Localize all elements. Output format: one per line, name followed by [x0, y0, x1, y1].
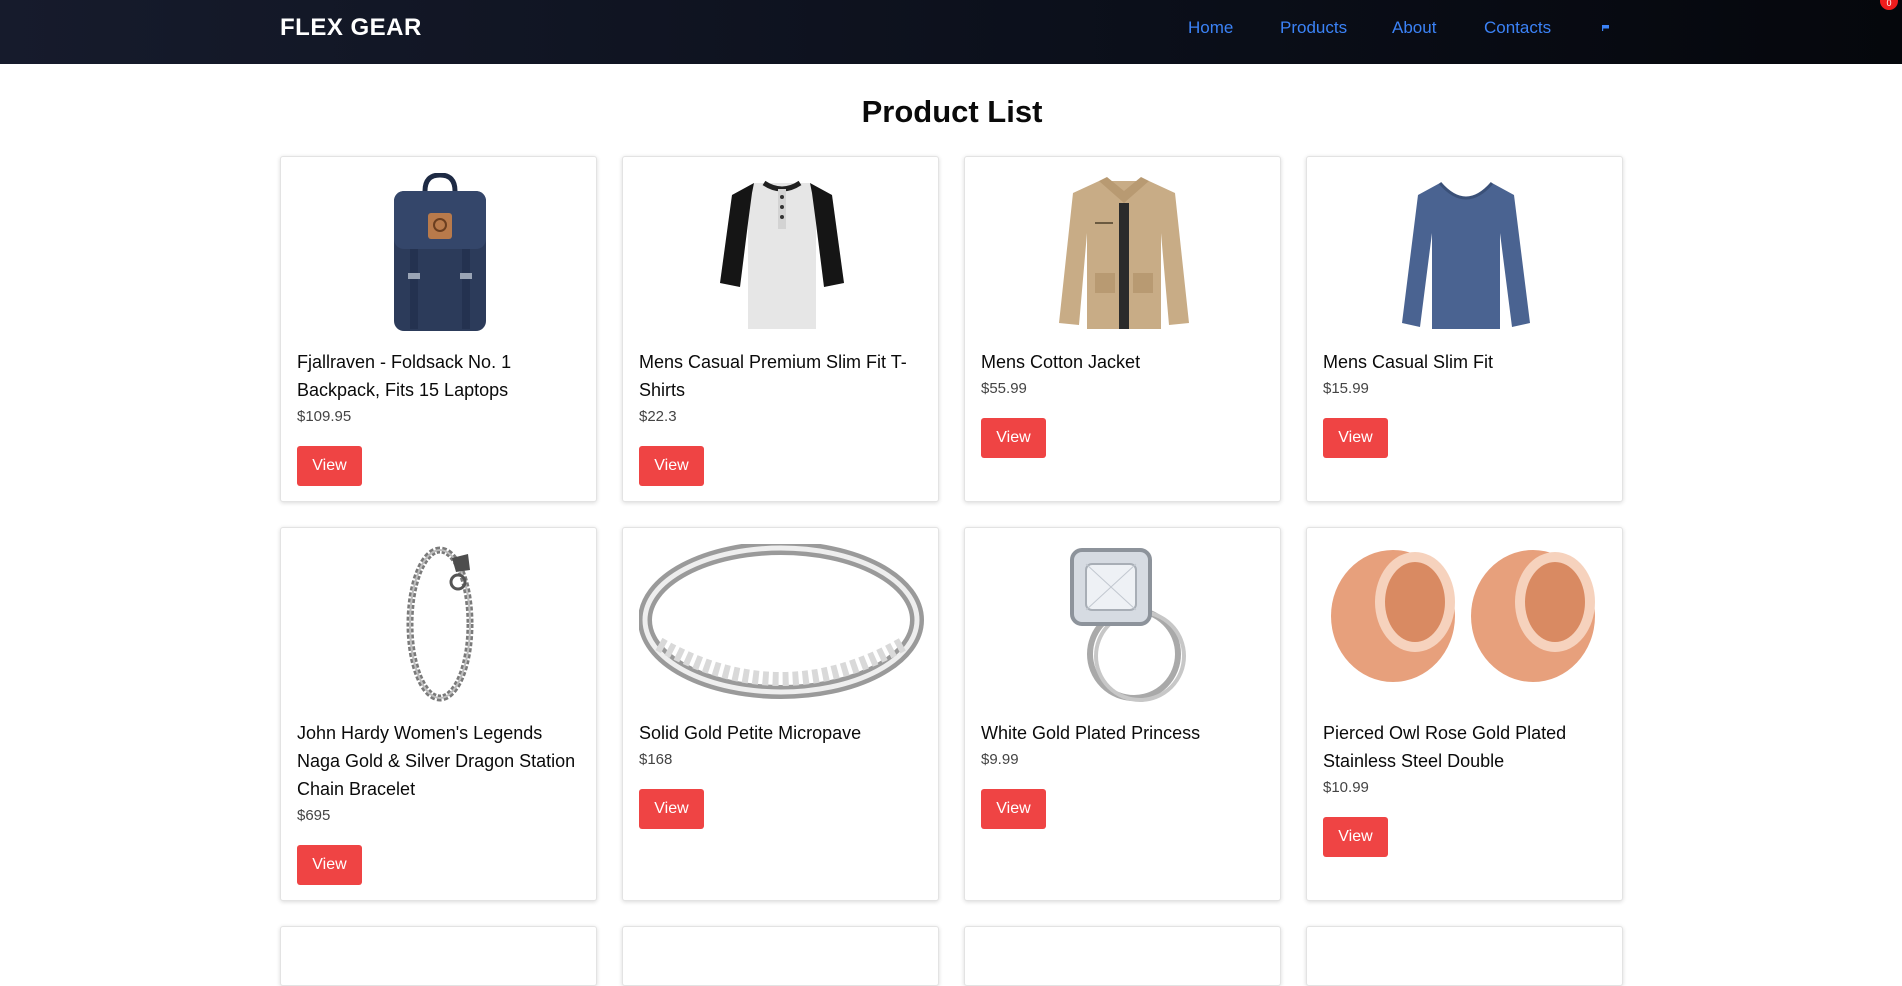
nav-about-link[interactable]: About [1392, 18, 1436, 38]
jacket-icon [981, 173, 1266, 333]
product-card: Pierced Owl Rose Gold Plated Stainless S… [1306, 527, 1623, 901]
product-price: $168 [639, 751, 673, 768]
view-button[interactable]: View [639, 446, 704, 486]
product-title: Pierced Owl Rose Gold Plated Stainless S… [1323, 723, 1567, 771]
page-title: Product List [861, 94, 1043, 129]
view-button[interactable]: View [981, 418, 1046, 458]
bracelet-icon [297, 544, 582, 704]
nav-links: Home Products About Contacts [0, 18, 1902, 46]
product-title: White Gold Plated Princess [981, 723, 1201, 743]
tshirt-icon [639, 173, 924, 333]
ring-band-icon [639, 544, 924, 704]
product-card: Mens Casual Premium Slim Fit T-Shirts $2… [622, 156, 939, 502]
view-button[interactable]: View [1323, 817, 1388, 857]
product-price: $10.99 [1323, 779, 1369, 796]
view-button[interactable]: View [1323, 418, 1388, 458]
product-price: $15.99 [1323, 380, 1369, 397]
nav-contacts-link[interactable]: Contacts [1484, 18, 1551, 38]
product-card: Mens Cotton Jacket $55.99 View [964, 156, 1281, 502]
longsleeve-icon [1323, 173, 1608, 333]
product-card: Fjallraven - Foldsack No. 1 Backpack, Fi… [280, 156, 597, 502]
product-card: John Hardy Women's Legends Naga Gold & S… [280, 527, 597, 901]
product-price: $55.99 [981, 380, 1027, 397]
product-title: Mens Casual Slim Fit [1323, 352, 1494, 372]
product-card [1306, 926, 1623, 986]
product-price: $109.95 [297, 408, 352, 425]
navbar: FLEX GEAR Home Products About Contacts 0 [0, 0, 1902, 64]
product-price: $9.99 [981, 751, 1019, 768]
view-button[interactable]: View [297, 845, 362, 885]
view-button[interactable]: View [639, 789, 704, 829]
view-button[interactable]: View [981, 789, 1046, 829]
product-title: Solid Gold Petite Micropave [639, 723, 862, 743]
product-card: White Gold Plated Princess $9.99 View [964, 527, 1281, 901]
product-price: $22.3 [639, 408, 677, 425]
backpack-icon [297, 173, 582, 333]
product-card: Mens Casual Slim Fit $15.99 View [1306, 156, 1623, 502]
product-title: Fjallraven - Foldsack No. 1 Backpack, Fi… [297, 352, 512, 400]
product-title: John Hardy Women's Legends Naga Gold & S… [297, 723, 576, 799]
nav-home-link[interactable]: Home [1188, 18, 1233, 38]
product-card: Solid Gold Petite Micropave $168 View [622, 527, 939, 901]
product-card [622, 926, 939, 986]
cart-icon[interactable] [1602, 25, 1609, 31]
view-button[interactable]: View [297, 446, 362, 486]
ring-diamond-icon [981, 544, 1266, 704]
product-price: $695 [297, 807, 331, 824]
product-title: Mens Cotton Jacket [981, 352, 1141, 372]
product-card [964, 926, 1281, 986]
product-card [280, 926, 597, 986]
cart-count-badge: 0 [1880, 0, 1898, 10]
product-title: Mens Casual Premium Slim Fit T-Shirts [639, 352, 907, 400]
plugs-icon [1323, 544, 1608, 704]
nav-products-link[interactable]: Products [1280, 18, 1347, 38]
